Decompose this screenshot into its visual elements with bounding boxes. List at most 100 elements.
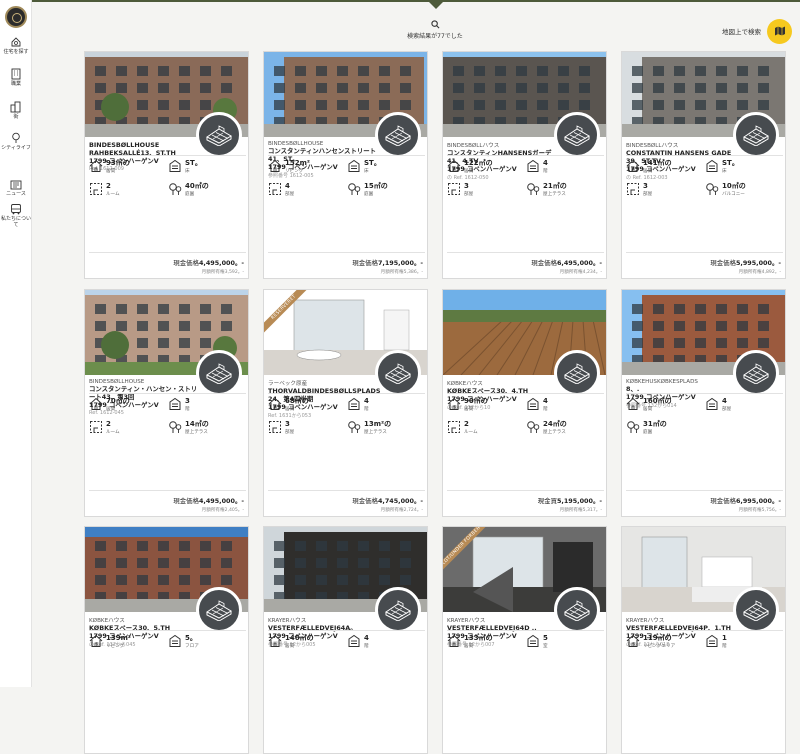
property-card[interactable]: KØBKEハウス KØBKEスペース30、4.TH 1799 コペンハーゲンV の R… <box>442 289 607 517</box>
property-card[interactable]: KØBKEハウス KØBKEスペース30、5.TH 1799 コペンハーゲンV の R… <box>84 526 249 754</box>
fact-value: 21㎡の <box>543 182 567 190</box>
fact-label: 居間 <box>464 169 474 174</box>
price-row: 現金価格5,995,000。- <box>710 258 781 267</box>
divider <box>447 252 604 253</box>
property-fact: 152m² リビング <box>268 159 338 177</box>
price-row: 現金価格7,195,000。- <box>352 258 423 267</box>
map-search-label: 地図上で検索 <box>722 28 761 36</box>
price-value: 6,495,000。- <box>556 259 602 267</box>
property-fact: 4階 <box>347 397 417 415</box>
nav-item-5[interactable]: 私たちについて <box>0 203 32 228</box>
property-fact: 146㎡の 居間 <box>268 634 338 652</box>
nav-item-2[interactable]: 街 <box>0 101 32 120</box>
fact-value: ST。 <box>722 159 739 167</box>
fact-value: 70㎡の <box>106 397 130 405</box>
divider <box>268 630 425 631</box>
map-icon <box>774 26 785 36</box>
map-search-button[interactable]: 地図上で検索 <box>722 18 792 44</box>
divider <box>447 490 604 491</box>
map-button-circle[interactable] <box>767 18 792 44</box>
search-icon[interactable] <box>430 20 440 29</box>
fact-label: 庭園 <box>185 192 195 197</box>
property-fact: 14㎡の 屋上テラス <box>168 420 238 438</box>
property-card[interactable]: KØBKEHUSKØBKESPLADS 8、. 1799 コペンハーゲンV 参照番号 … <box>621 289 786 517</box>
fact-label: 屋上テラス <box>543 192 566 197</box>
fact-value: 160㎡の <box>643 397 672 405</box>
property-card[interactable]: KRAYERハウス VESTERFÆLLEDVEJ64A。 1799 コペンハーゲン… <box>263 526 428 754</box>
price-row: 現金買5,195,000。- <box>538 496 602 505</box>
fact-label: リビング <box>106 644 125 649</box>
property-card[interactable]: KRAYERハウス VESTERFÆLLEDVEJ64P、1.TH 1799 コペン… <box>621 526 786 754</box>
property-card[interactable]: BINDESBØLLHOUSE コンスタンティンハンセンストリート41、ST。 17… <box>263 51 428 279</box>
price-label: 現金価格 <box>710 259 736 267</box>
property-card[interactable]: BINDESBØLLHOUSE コンスタンティン・ハンセン・ストリート43、第3回… <box>84 289 249 517</box>
fact-value: 31㎡の <box>643 420 667 428</box>
property-fact: 13m²の 屋上テラス <box>347 420 417 438</box>
nav-item-3[interactable]: シティライフ <box>0 132 32 151</box>
property-fact: 3 部屋 <box>447 182 517 200</box>
divider <box>626 155 783 156</box>
search-results-header: 検索結果が77でした <box>395 20 475 40</box>
price-label: 現金買 <box>537 497 557 505</box>
property-fact: 24㎡の屋上テラス <box>526 420 596 438</box>
property-fact: 4階 <box>347 634 417 652</box>
property-card[interactable]: SOLGT/UNDER FORBEHOLDKRAYERハウスVESTERFÆLL… <box>442 526 607 754</box>
property-fact: 160㎡の居間 <box>626 397 696 415</box>
property-fact: 4 部屋 <box>268 182 338 200</box>
fact-label: 居間 <box>643 407 653 412</box>
property-fact: 139m² リビング <box>89 634 159 652</box>
tree-icon <box>0 132 32 144</box>
fact-value: 4 <box>364 634 369 642</box>
fact-value: 5 <box>543 634 548 642</box>
divider <box>268 393 425 394</box>
monthly-cost: 月額所有権3,592。- <box>201 270 244 275</box>
building-badge-icon <box>554 112 600 158</box>
fact-label: ルーム <box>464 430 478 435</box>
fact-label: ルーム <box>106 430 120 435</box>
price-label: 現金価格 <box>352 497 378 505</box>
fact-value: 24㎡の <box>543 420 567 428</box>
property-card[interactable]: RESERVERET ラーベック原産 THORVALDBINDESBØLLSPLAD… <box>263 289 428 517</box>
divider <box>626 393 783 394</box>
price-label: 現金価格 <box>352 259 378 267</box>
fact-value: ST。 <box>364 159 381 167</box>
divider <box>89 393 246 394</box>
divider <box>626 630 783 631</box>
divider <box>89 630 246 631</box>
price-label: 現金価格 <box>173 497 199 505</box>
fact-value: 3 <box>185 397 190 405</box>
fact-label: リビング <box>285 169 304 174</box>
fact-label: 屋上テラス <box>543 430 566 435</box>
fact-label: 居間 <box>464 407 474 412</box>
price-label: 現金価格 <box>531 259 557 267</box>
nav-label: 職業 <box>10 81 21 87</box>
fact-label: 部屋 <box>643 192 653 197</box>
fact-label: ルーム <box>106 192 120 197</box>
property-fact: 3 部屋 <box>626 182 696 200</box>
brand-logo[interactable] <box>5 6 27 28</box>
fact-value: 14㎡の <box>185 420 209 428</box>
search-results-count: 検索結果が77でした <box>407 33 463 40</box>
building-badge-icon <box>733 350 779 396</box>
divider <box>447 393 604 394</box>
price-row: 現金価格4,495,000。- <box>173 496 244 505</box>
bus-icon <box>0 203 32 215</box>
fact-label: 部屋 <box>722 407 732 412</box>
fact-value: 2 <box>106 182 111 190</box>
property-fact: 5室 <box>526 634 596 652</box>
property-fact: 4階 <box>526 397 596 415</box>
nav-item-0[interactable]: 住宅を探す <box>0 36 32 55</box>
nav-item-4[interactable]: ニュース <box>0 180 32 197</box>
property-card[interactable]: BINDESBØLLハウス コンスタンティンHANSENSガーデ41、4.TV 17… <box>442 51 607 279</box>
property-card[interactable]: BINDESBØLLハウス CONSTANTIN HANSENS GADE 39、… <box>621 51 786 279</box>
nav-item-1[interactable]: 職業 <box>0 68 32 87</box>
fact-value: 2 <box>106 420 111 428</box>
nav-label: シティライフ <box>1 145 31 151</box>
fact-value: 141㎡の <box>643 159 672 167</box>
property-fact: 21㎡の屋上テラス <box>526 182 596 200</box>
property-fact: 31㎡の 庭園 <box>626 420 696 438</box>
fact-value: 90㎡の <box>464 397 488 405</box>
divider <box>447 155 604 156</box>
building-badge-icon <box>554 350 600 396</box>
property-card[interactable]: BINDESBØLLHOUSE RAHBEKSALLÉ13、ST.TH 1799 … <box>84 51 249 279</box>
